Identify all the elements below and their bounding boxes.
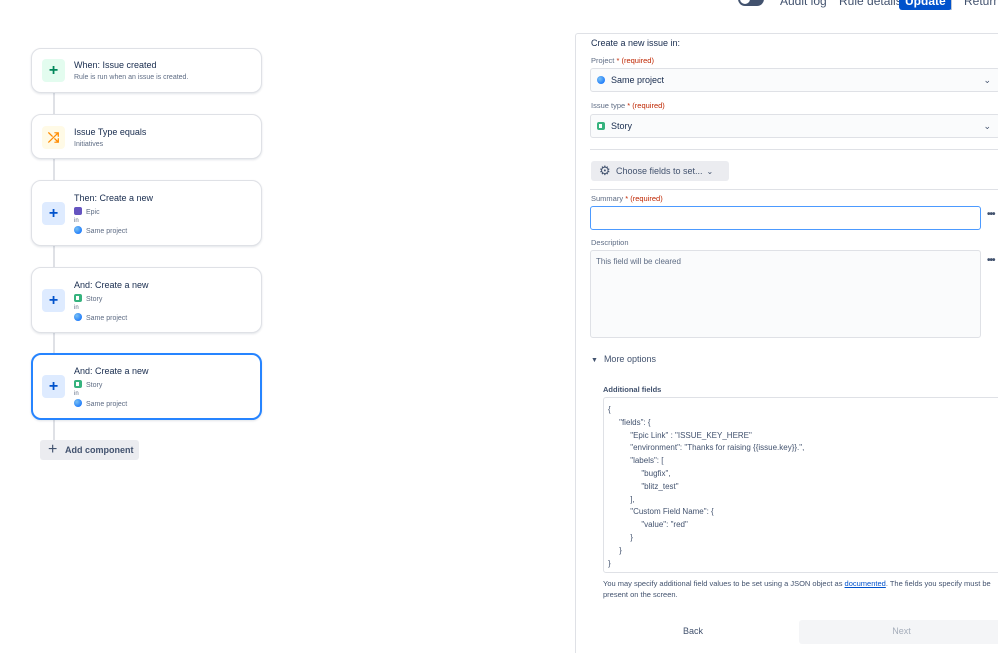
- connector: [53, 332, 55, 354]
- additional-fields-label: Additional fields: [603, 385, 662, 394]
- more-options-toggle[interactable]: ▼ More options: [591, 354, 656, 364]
- rule-details-link[interactable]: Rule details: [833, 0, 908, 10]
- action-card-story[interactable]: + And: Create a new Story in Same projec…: [31, 267, 262, 333]
- card-title: And: Create a new: [74, 366, 149, 376]
- project-label: Same project: [74, 313, 127, 322]
- issue-type-label: Epic: [74, 207, 100, 216]
- card-title: Then: Create a new: [74, 193, 154, 203]
- globe-icon: [74, 313, 82, 321]
- in-label: in: [74, 391, 79, 397]
- card-subtitle: Rule is run when an issue is created.: [74, 74, 189, 81]
- back-button[interactable]: Back: [588, 620, 798, 644]
- chevron-down-icon: ⌄: [706, 167, 714, 176]
- more-options-icon[interactable]: •••: [987, 209, 995, 220]
- chevron-down-icon: ⌄: [983, 121, 991, 131]
- summary-input[interactable]: [590, 206, 981, 230]
- trigger-card[interactable]: + When: Issue created Rule is run when a…: [31, 48, 262, 93]
- return-link[interactable]: Return t: [958, 0, 998, 10]
- globe-icon: [74, 399, 82, 407]
- audit-log-link[interactable]: Audit log: [774, 0, 833, 10]
- divider: [590, 189, 998, 190]
- in-label: in: [74, 218, 79, 224]
- choose-fields-button[interactable]: ⚙ Choose fields to set... ⌄: [591, 161, 729, 181]
- divider: [590, 149, 998, 150]
- form-heading: Create a new issue in:: [591, 38, 681, 48]
- card-title: Issue Type equals: [74, 127, 147, 137]
- condition-card[interactable]: ⤮ Issue Type equals Initiatives: [31, 114, 262, 159]
- project-select[interactable]: Same project ⌄: [590, 68, 998, 92]
- story-icon: [74, 380, 82, 388]
- shuffle-icon: ⤮: [42, 126, 65, 149]
- documented-link[interactable]: documented: [845, 579, 886, 588]
- project-label: Same project: [74, 399, 127, 408]
- next-button[interactable]: Next: [799, 620, 998, 644]
- issue-type-field-label: Issue type * (required): [591, 101, 665, 110]
- plus-icon: +: [42, 375, 65, 398]
- plus-icon: +: [42, 59, 65, 82]
- issue-type-label: Story: [74, 294, 102, 303]
- globe-icon: [74, 226, 82, 234]
- plus-icon: +: [42, 289, 65, 312]
- story-icon: [74, 294, 82, 302]
- gear-icon: ⚙: [599, 163, 611, 178]
- card-subtitle: Initiatives: [74, 141, 104, 148]
- project-field-label: Project * (required): [591, 56, 654, 65]
- connector: [53, 245, 55, 268]
- card-title: When: Issue created: [74, 60, 157, 70]
- add-component-button[interactable]: + Add component: [40, 440, 139, 460]
- divider: [951, 0, 952, 10]
- chevron-down-icon: ▼: [591, 357, 598, 364]
- in-label: in: [74, 305, 79, 311]
- plus-icon: +: [48, 441, 58, 458]
- toggle-switch[interactable]: x: [738, 0, 764, 6]
- action-card-epic[interactable]: + Then: Create a new Epic in Same projec…: [31, 180, 262, 246]
- description-textarea[interactable]: This field will be cleared: [590, 250, 981, 338]
- issue-type-select[interactable]: Story ⌄: [590, 114, 998, 138]
- epic-icon: [74, 207, 82, 215]
- plus-icon: +: [42, 202, 65, 225]
- help-text: You may specify additional field values …: [603, 579, 991, 599]
- update-button[interactable]: Update: [899, 0, 952, 10]
- additional-fields-editor[interactable]: { "fields": { "Epic Link" : "ISSUE_KEY_H…: [603, 397, 998, 573]
- more-options-icon[interactable]: •••: [987, 255, 995, 266]
- issue-type-label: Story: [74, 380, 102, 389]
- connector: [53, 93, 55, 115]
- card-title: And: Create a new: [74, 280, 149, 290]
- project-label: Same project: [74, 226, 127, 235]
- chevron-down-icon: ⌄: [983, 75, 991, 85]
- summary-field-label: Summary * (required): [591, 194, 663, 203]
- connector: [53, 159, 55, 181]
- connector: [53, 419, 55, 441]
- description-field-label: Description: [591, 238, 629, 247]
- globe-icon: [597, 76, 605, 84]
- story-icon: [597, 122, 605, 130]
- action-card-story-selected[interactable]: + And: Create a new Story in Same projec…: [31, 353, 262, 420]
- x-icon: x: [756, 0, 761, 5]
